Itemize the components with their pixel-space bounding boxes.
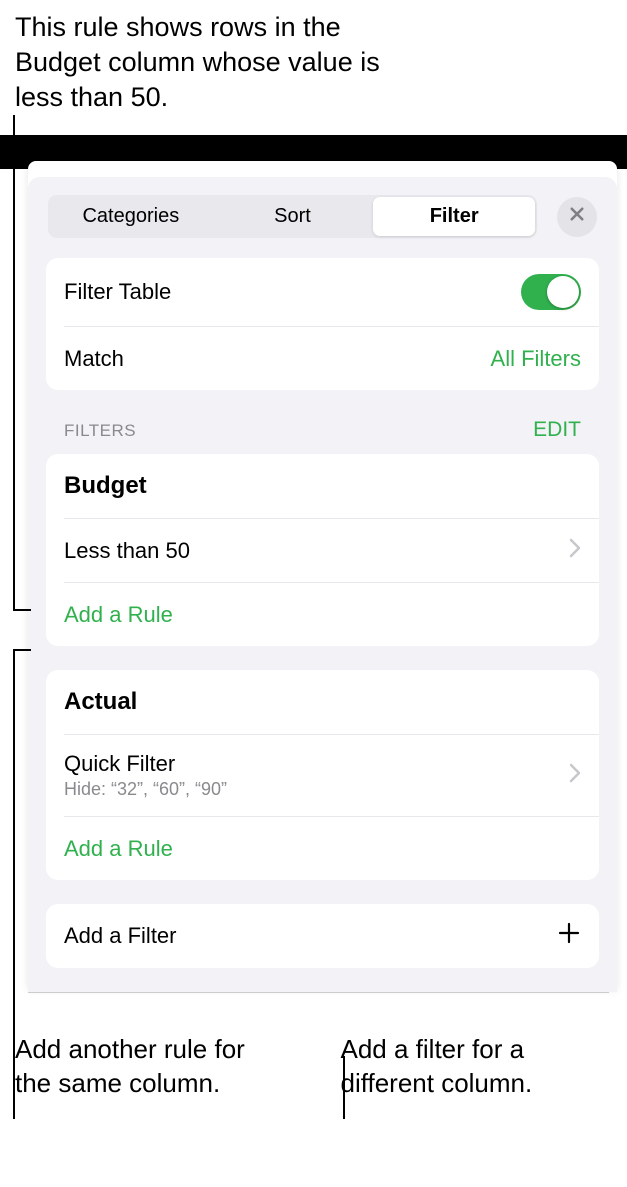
match-value: All Filters bbox=[491, 346, 581, 372]
filters-section-title: FILTERS bbox=[64, 421, 136, 441]
filter-settings-card: Filter Table Match All Filters bbox=[46, 258, 599, 390]
callout-top-text: This rule shows rows in the Budget colum… bbox=[0, 0, 420, 125]
callout-line bbox=[13, 649, 31, 651]
filter-table-label: Filter Table bbox=[64, 279, 171, 305]
match-label: Match bbox=[64, 346, 124, 372]
filter-column-name: Budget bbox=[64, 472, 147, 500]
filter-rule-text: Quick Filter bbox=[64, 751, 227, 777]
callout-line bbox=[13, 115, 15, 610]
bottom-callouts: Add another rule for the same column. Ad… bbox=[0, 993, 627, 1116]
tab-sort[interactable]: Sort bbox=[212, 197, 374, 236]
filter-rule-text: Less than 50 bbox=[64, 538, 190, 564]
close-icon bbox=[568, 205, 586, 228]
match-row[interactable]: Match All Filters bbox=[64, 326, 599, 390]
add-filter-row[interactable]: Add a Filter bbox=[46, 904, 599, 968]
plus-icon bbox=[557, 920, 581, 952]
add-rule-row[interactable]: Add a Rule bbox=[64, 816, 599, 880]
filter-table-row: Filter Table bbox=[46, 258, 599, 326]
filters-section-header: FILTERS EDIT bbox=[46, 418, 599, 450]
tab-categories[interactable]: Categories bbox=[50, 197, 212, 236]
filter-card-actual: Actual Quick Filter Hide: “32”, “60”, “9… bbox=[46, 670, 599, 880]
filter-rule-subtext: Hide: “32”, “60”, “90” bbox=[64, 779, 227, 800]
close-button[interactable] bbox=[557, 197, 597, 237]
filter-sheet: Categories Sort Filter Filter Table Matc bbox=[28, 161, 617, 992]
add-filter-label: Add a Filter bbox=[64, 923, 177, 949]
add-rule-label: Add a Rule bbox=[64, 602, 173, 628]
callout-bottom-right: Add a filter for a different column. bbox=[317, 1033, 613, 1101]
sheet-header: Categories Sort Filter bbox=[46, 195, 599, 238]
filter-rule-row[interactable]: Less than 50 bbox=[64, 518, 599, 582]
edit-button[interactable]: EDIT bbox=[533, 418, 581, 442]
tab-filter[interactable]: Filter bbox=[373, 197, 535, 236]
filter-card-budget: Budget Less than 50 Add a Rule bbox=[46, 454, 599, 646]
filter-rule-row[interactable]: Quick Filter Hide: “32”, “60”, “90” bbox=[64, 734, 599, 816]
add-rule-label: Add a Rule bbox=[64, 836, 173, 862]
filter-column-header: Budget bbox=[46, 454, 599, 518]
filter-column-name: Actual bbox=[64, 688, 137, 716]
callout-line bbox=[13, 609, 31, 611]
callout-line bbox=[13, 649, 15, 1119]
chevron-right-icon bbox=[569, 538, 581, 563]
chevron-right-icon bbox=[569, 763, 581, 788]
add-rule-row[interactable]: Add a Rule bbox=[64, 582, 599, 646]
filter-column-header: Actual bbox=[46, 670, 599, 734]
add-filter-card: Add a Filter bbox=[46, 904, 599, 968]
segmented-control: Categories Sort Filter bbox=[48, 195, 537, 238]
callout-line bbox=[343, 1056, 345, 1119]
callout-bottom-left: Add another rule for the same column. bbox=[15, 1033, 287, 1101]
filter-table-toggle[interactable] bbox=[521, 274, 581, 310]
